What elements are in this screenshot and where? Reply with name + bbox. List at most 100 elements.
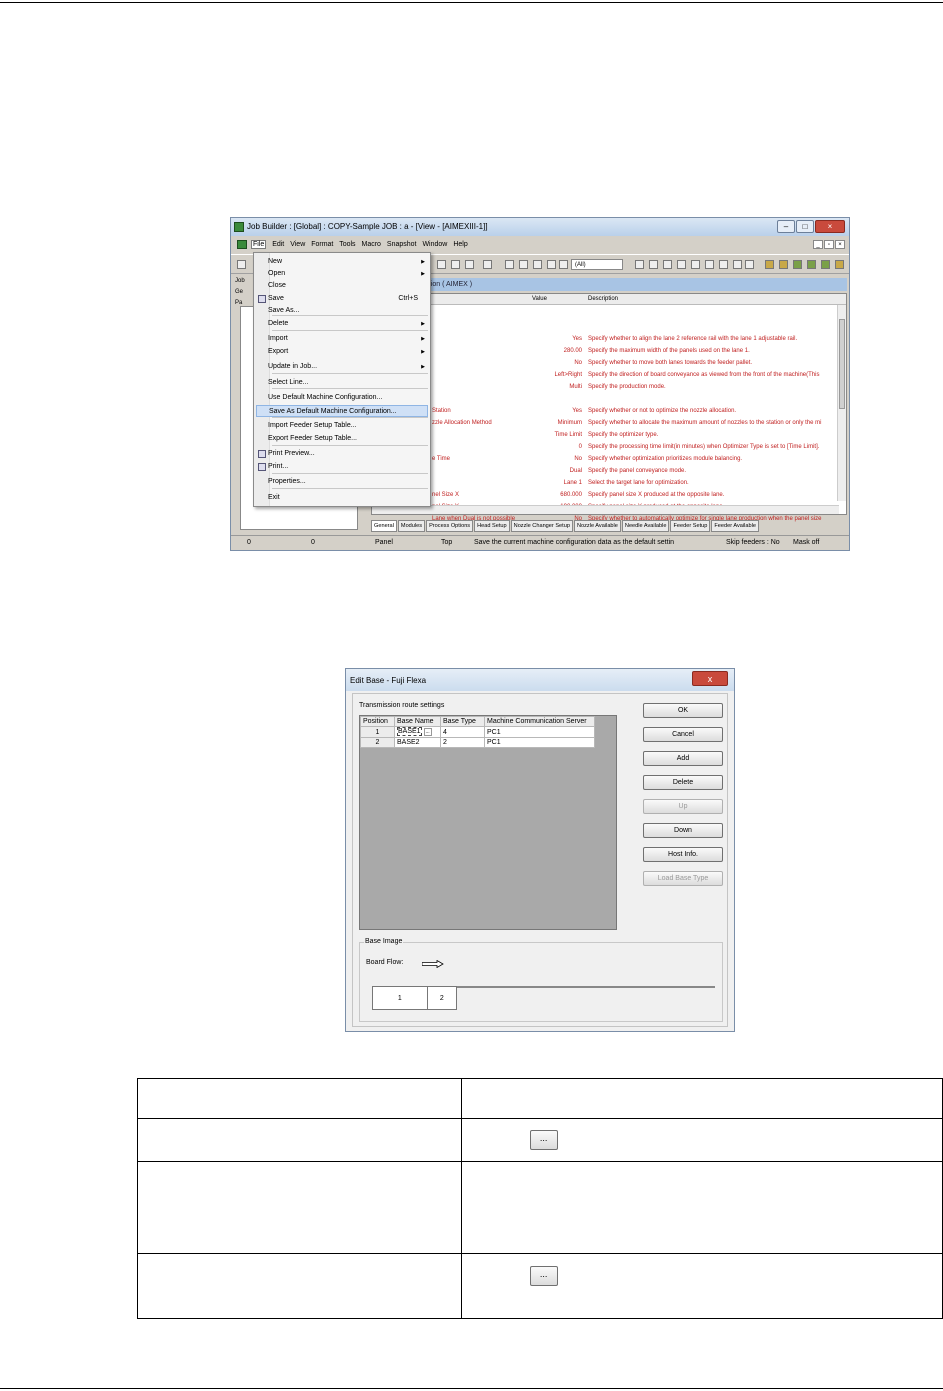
base-name-cell[interactable]: BASE1 ...: [394, 726, 441, 738]
table-row[interactable]: 1 BASE1 ... 4 PC1: [360, 726, 595, 738]
menu-snapshot[interactable]: Snapshot: [387, 241, 417, 248]
vertical-scrollbar[interactable]: [837, 305, 846, 501]
menu-item-import-feeder-setup-table[interactable]: Import Feeder Setup Table...: [256, 420, 428, 432]
close-icon[interactable]: ×: [815, 220, 845, 233]
menu-item-properties[interactable]: Properties...: [256, 476, 428, 488]
property-value[interactable]: No: [574, 357, 582, 369]
menu-window[interactable]: Window: [422, 241, 447, 248]
menu-item-export[interactable]: Export ▶: [256, 346, 428, 358]
zoom-out-icon[interactable]: [451, 260, 460, 269]
menu-item-save-as-default-machine-configuration[interactable]: Save As Default Machine Configuration...: [256, 405, 428, 417]
nozzle-icon[interactable]: [821, 260, 830, 269]
menu-item-select-line[interactable]: Select Line...: [256, 377, 428, 389]
new-document-icon[interactable]: [237, 260, 246, 269]
load-base-type-button[interactable]: Load Base Type: [643, 871, 723, 886]
property-value[interactable]: Time Limit: [555, 429, 582, 441]
property-value[interactable]: Multi: [569, 381, 582, 393]
left-tab-stub[interactable]: Job: [235, 278, 245, 284]
tab-feeder-setup[interactable]: Feeder Setup: [670, 520, 711, 532]
base-box[interactable]: 2: [428, 987, 456, 1009]
property-value[interactable]: Minimum: [558, 417, 582, 429]
down-button[interactable]: Down: [643, 823, 723, 838]
menu-item-print[interactable]: Print...: [256, 461, 428, 473]
menu-format[interactable]: Format: [311, 241, 333, 248]
menu-item-delete[interactable]: Delete ▶: [256, 318, 428, 330]
menu-item-update-in-job[interactable]: Update in Job... ▶: [256, 361, 428, 373]
menu-help[interactable]: Help: [453, 241, 467, 248]
zoom-in-icon[interactable]: [437, 260, 446, 269]
table-row[interactable]: Left>Right Specify the direction of board…: [372, 369, 846, 381]
close-icon[interactable]: x: [692, 671, 728, 686]
arrange-icon[interactable]: [533, 260, 542, 269]
table-row[interactable]: Lane 1 Select the target lane for optimiz…: [372, 477, 846, 489]
ok-button[interactable]: OK: [643, 703, 723, 718]
link-icon[interactable]: [733, 260, 742, 269]
menu-item-use-default-machine-configuration[interactable]: Use Default Machine Configuration...: [256, 392, 428, 404]
host-info-button[interactable]: Host Info.: [643, 847, 723, 862]
grid-icon[interactable]: [547, 260, 556, 269]
menu-view[interactable]: View: [290, 241, 305, 248]
property-grid[interactable]: Value Description Yes Specify whether to …: [371, 293, 847, 522]
menu-item-save-as[interactable]: Save As...: [256, 305, 428, 317]
cancel-button[interactable]: Cancel: [643, 727, 723, 742]
frame-icon[interactable]: [719, 260, 728, 269]
menu-item-import[interactable]: Import ▶: [256, 333, 428, 345]
add-button[interactable]: Add: [643, 751, 723, 766]
menu-item-exit[interactable]: Exit: [256, 492, 428, 504]
menu-file[interactable]: File: [250, 240, 267, 249]
base-name-cell[interactable]: BASE2: [394, 737, 441, 748]
table-row[interactable]: Dual Specify the panel conveyance mode.: [372, 465, 846, 477]
table-row[interactable]: e Time No Specify whether optimization pri…: [372, 453, 846, 465]
table-row[interactable]: Station Yes Specify whether or not to opti…: [372, 405, 846, 417]
menu-item-print-preview[interactable]: Print Preview...: [256, 448, 428, 460]
delete-button[interactable]: Delete: [643, 775, 723, 790]
tab-nozzle-changer-setup[interactable]: Nozzle Changer Setup: [510, 520, 573, 532]
tab-needle-available[interactable]: Needle Available: [621, 520, 670, 532]
table-row[interactable]: 2 BASE2 2 PC1: [360, 737, 595, 748]
menu-macro[interactable]: Macro: [362, 241, 381, 248]
board-icon[interactable]: [793, 260, 802, 269]
menu-edit[interactable]: Edit: [272, 241, 284, 248]
tab-modules[interactable]: Modules: [397, 520, 426, 532]
property-value[interactable]: No: [574, 453, 582, 465]
rect-draw-icon[interactable]: [677, 260, 686, 269]
machine-icon[interactable]: [765, 260, 774, 269]
mdi-restore-icon[interactable]: ▫: [824, 240, 834, 249]
target-icon[interactable]: [705, 260, 714, 269]
tab-head-setup[interactable]: Head Setup: [474, 520, 510, 532]
menu-tools[interactable]: Tools: [339, 241, 355, 248]
menu-item-save[interactable]: Save Ctrl+S: [256, 293, 428, 305]
arc-draw-icon[interactable]: [663, 260, 672, 269]
tab-process-options[interactable]: Process Options: [426, 520, 474, 532]
property-value[interactable]: 680.000: [560, 489, 582, 501]
property-value[interactable]: 280.00: [564, 345, 582, 357]
property-value[interactable]: Left>Right: [554, 369, 582, 381]
circle-draw-icon[interactable]: [649, 260, 658, 269]
property-value[interactable]: Yes: [572, 333, 582, 345]
curve-draw-icon[interactable]: [691, 260, 700, 269]
table-row[interactable]: Multi Specify the production mode.: [372, 381, 846, 393]
zoom-icon[interactable]: [483, 260, 492, 269]
table-row[interactable]: No Specify whether to move both lanes tow…: [372, 357, 846, 369]
table-row[interactable]: Time Limit Specify the optimizer type.: [372, 429, 846, 441]
mdi-minimize-icon[interactable]: _: [813, 240, 823, 249]
table-row[interactable]: zzle Allocation Method Minimum Specify whe…: [372, 417, 846, 429]
maximize-icon[interactable]: □: [796, 220, 814, 233]
tab-nozzle-available[interactable]: Nozzle Available: [573, 520, 621, 532]
table-row[interactable]: 280.00 Specify the maximum width of the p…: [372, 345, 846, 357]
up-button[interactable]: Up: [643, 799, 723, 814]
table-icon[interactable]: [559, 260, 568, 269]
browse-button[interactable]: ...: [423, 728, 432, 736]
table-row[interactable]: nel Size X 680.000 Specify panel size X pr…: [372, 489, 846, 501]
menu-item-new[interactable]: New ▶: [256, 256, 428, 268]
layer-combo[interactable]: (All): [571, 259, 623, 270]
mdi-close-icon[interactable]: ×: [835, 240, 845, 249]
tab-feeder-available[interactable]: Feeder Available: [711, 520, 759, 532]
text-icon[interactable]: [745, 260, 754, 269]
property-value[interactable]: Dual: [570, 465, 582, 477]
horizontal-scrollbar[interactable]: [372, 505, 839, 514]
table-row[interactable]: Yes Specify whether to align the lane 2 r…: [372, 333, 846, 345]
property-value[interactable]: 0: [579, 441, 582, 453]
menu-item-open[interactable]: Open ▶: [256, 268, 428, 280]
tool-icon[interactable]: [505, 260, 514, 269]
